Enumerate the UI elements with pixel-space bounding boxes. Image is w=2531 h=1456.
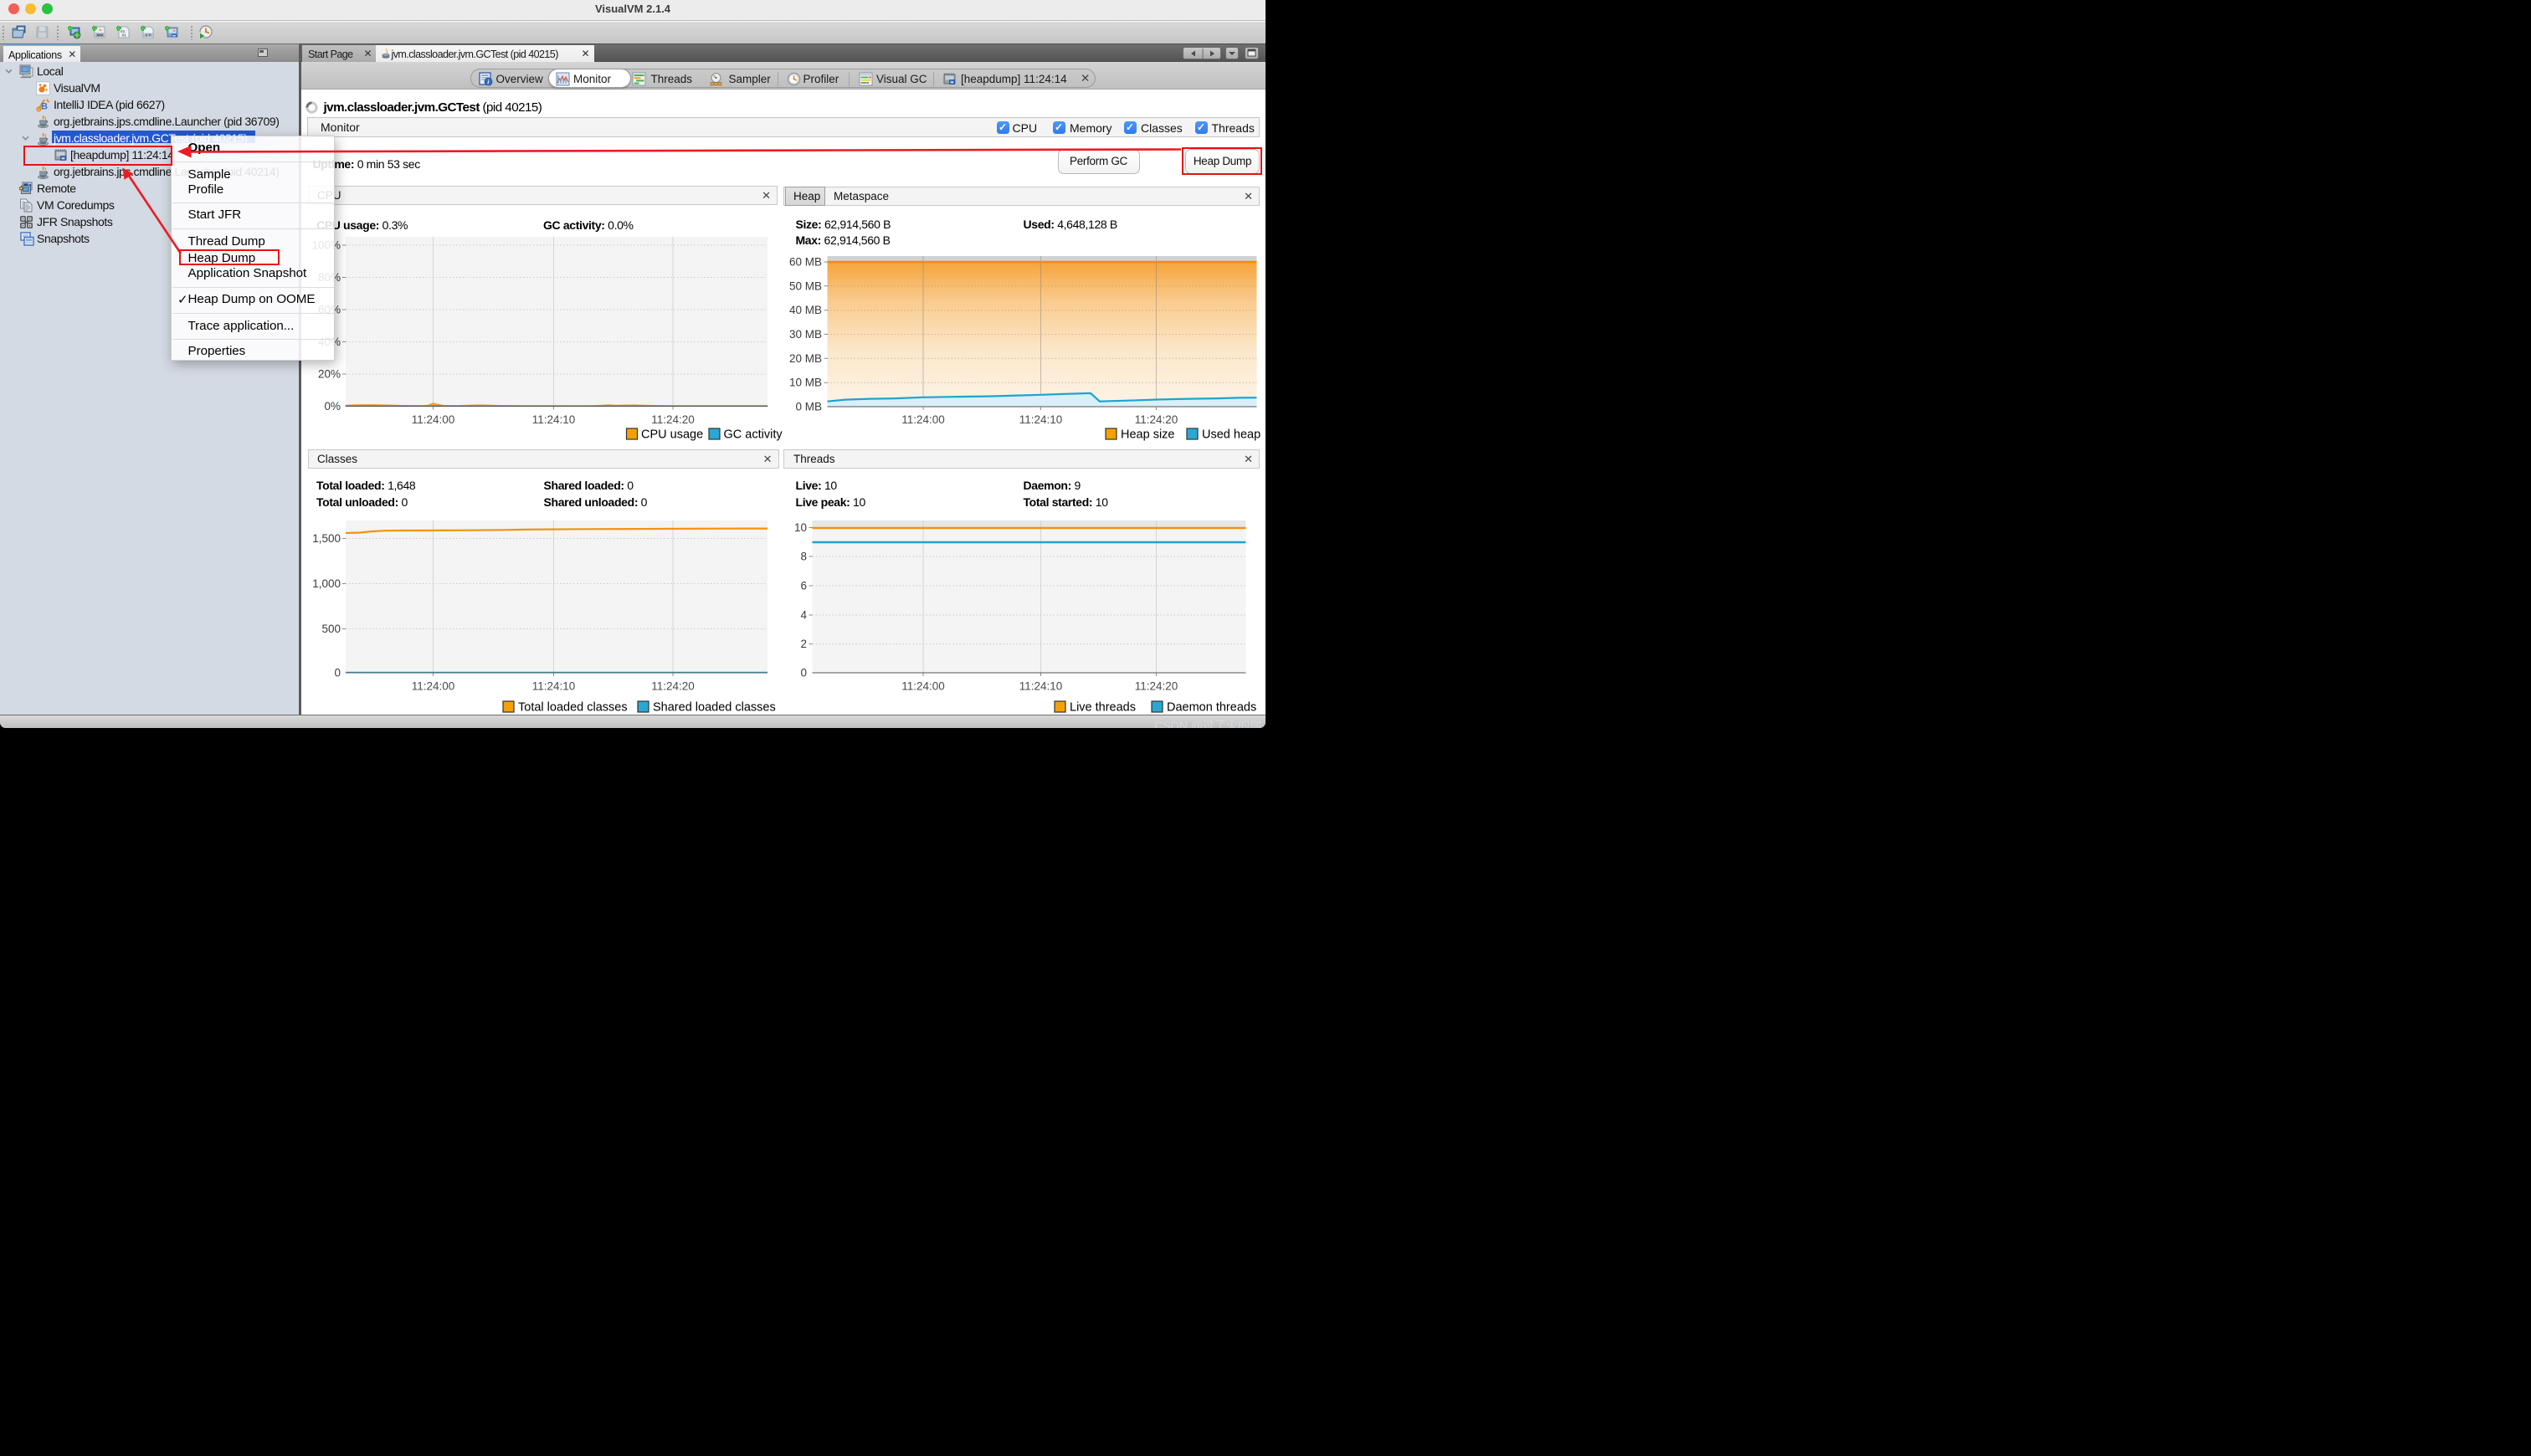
- svg-text:11:24:20: 11:24:20: [651, 680, 695, 693]
- svg-text:4: 4: [800, 609, 807, 622]
- svg-text:Heap size: Heap size: [1121, 428, 1174, 442]
- svg-text:500: 500: [321, 623, 341, 635]
- svg-text:Total loaded classes: Total loaded classes: [518, 701, 628, 715]
- svg-text:10: 10: [794, 521, 807, 534]
- svg-text:Used heap: Used heap: [1202, 428, 1260, 442]
- svg-text:Daemon threads: Daemon threads: [1167, 701, 1256, 715]
- svg-text:60 MB: 60 MB: [789, 256, 822, 269]
- svg-text:GC activity: GC activity: [724, 428, 783, 442]
- svg-text:11:24:10: 11:24:10: [532, 413, 576, 426]
- svg-text:0 MB: 0 MB: [795, 401, 822, 413]
- svg-text:11:24:10: 11:24:10: [1019, 680, 1063, 693]
- svg-text:JMX: JMX: [95, 33, 104, 37]
- svg-text:11:24:00: 11:24:00: [901, 413, 945, 426]
- svg-text:11:24:10: 11:24:10: [1019, 413, 1063, 426]
- svg-text:11:24:10: 11:24:10: [532, 680, 576, 693]
- svg-text:1,500: 1,500: [312, 532, 341, 545]
- svg-text:11:24:00: 11:24:00: [901, 680, 945, 693]
- svg-text:11:24:20: 11:24:20: [651, 413, 695, 426]
- svg-text:11:24:20: 11:24:20: [1135, 680, 1178, 693]
- svg-text:2: 2: [800, 638, 807, 650]
- svg-text:6: 6: [800, 580, 807, 592]
- svg-text:10 MB: 10 MB: [789, 377, 822, 389]
- svg-text:CPU usage: CPU usage: [641, 428, 703, 442]
- svg-text:50 MB: 50 MB: [789, 279, 822, 292]
- svg-text:11:24:00: 11:24:00: [412, 680, 455, 693]
- svg-text:0%: 0%: [324, 400, 341, 413]
- svg-text:01: 01: [122, 33, 127, 38]
- svg-text:1,000: 1,000: [312, 577, 341, 590]
- svg-text:11:24:20: 11:24:20: [1135, 413, 1178, 426]
- svg-text:20 MB: 20 MB: [789, 352, 822, 365]
- svg-text:Live threads: Live threads: [1070, 701, 1136, 715]
- svg-text:20%: 20%: [318, 368, 341, 381]
- svg-text:JFR: JFR: [145, 33, 152, 37]
- svg-text:0: 0: [334, 667, 341, 679]
- svg-text:8: 8: [800, 551, 807, 563]
- svg-text:40 MB: 40 MB: [789, 304, 822, 316]
- svg-text:Shared loaded classes: Shared loaded classes: [653, 701, 776, 715]
- svg-text:0: 0: [800, 667, 807, 679]
- svg-text:30 MB: 30 MB: [789, 328, 822, 341]
- svg-text:11:24:00: 11:24:00: [412, 413, 455, 426]
